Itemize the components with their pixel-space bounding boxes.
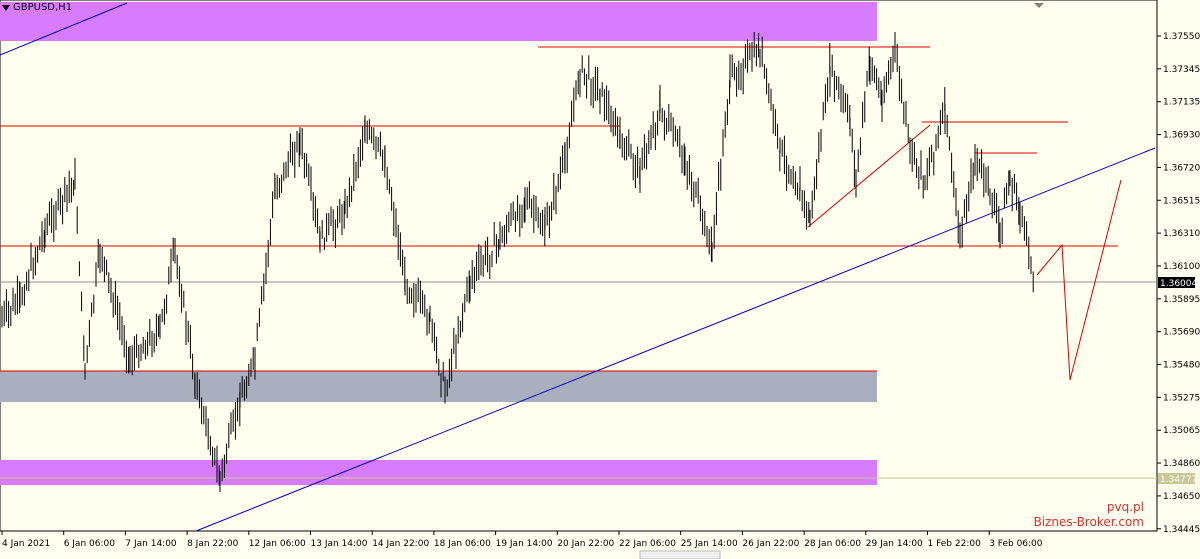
time-tick-label: 28 Jan 06:00 xyxy=(804,539,861,549)
price-tick-label: 1.37135 xyxy=(1163,98,1200,108)
chart-window[interactable]: 1.37550 1.37345 1.37135 1.36930 1.36720 1.365… xyxy=(0,0,1200,559)
price-tick-label: 1.34860 xyxy=(1163,459,1200,469)
time-tick-label: 18 Jan 06:00 xyxy=(434,539,491,549)
time-tick-label: 19 Jan 14:00 xyxy=(496,539,553,549)
price-chart[interactable]: 1.37550 1.37345 1.37135 1.36930 1.36720 1.365… xyxy=(0,0,1200,559)
dropdown-triangle-icon[interactable] xyxy=(2,4,10,11)
time-tick-label: 25 Jan 14:00 xyxy=(681,539,738,549)
time-tick-label: 14 Jan 22:00 xyxy=(372,539,429,549)
time-tick-label: 26 Jan 22:00 xyxy=(742,539,799,549)
price-tick-label: 1.35895 xyxy=(1163,295,1200,305)
level-price-label: 1.34777 xyxy=(1160,475,1197,485)
time-tick-label: 12 Jan 06:00 xyxy=(249,539,306,549)
price-tick-label: 1.36100 xyxy=(1163,262,1200,272)
current-price-label: 1.36004 xyxy=(1160,279,1197,289)
time-tick-label: 6 Jan 06:00 xyxy=(64,539,116,549)
time-tick-label: 22 Jan 06:00 xyxy=(619,539,676,549)
time-tick-label: 8 Jan 22:00 xyxy=(187,539,239,549)
supply-zone-top[interactable] xyxy=(0,2,877,41)
price-tick-label: 1.36720 xyxy=(1163,163,1200,173)
price-tick-label: 1.35065 xyxy=(1163,426,1200,436)
time-tick-label: 7 Jan 14:00 xyxy=(125,539,177,549)
price-tick-label: 1.35480 xyxy=(1163,361,1200,371)
time-tick-label: 13 Jan 14:00 xyxy=(311,539,368,549)
price-tick-label: 1.37345 xyxy=(1163,65,1200,75)
price-tick-label: 1.36310 xyxy=(1163,229,1200,239)
symbol-selector[interactable]: GBPUSD,H1 xyxy=(2,2,72,13)
price-tick-label: 1.35690 xyxy=(1163,328,1200,338)
price-tick-label: 1.34650 xyxy=(1163,492,1200,502)
watermark-line-2: Biznes-Broker.com xyxy=(1033,515,1144,529)
time-axis: 4 Jan 2021 6 Jan 06:00 7 Jan 14:00 8 Jan 22… xyxy=(1,531,1043,549)
symbol-label: GBPUSD,H1 xyxy=(13,2,73,13)
time-tick-label: 29 Jan 14:00 xyxy=(866,539,923,549)
time-tick-label: 4 Jan 2021 xyxy=(2,539,50,549)
price-tick-label: 1.36930 xyxy=(1163,131,1200,141)
time-tick-label: 20 Jan 22:00 xyxy=(557,539,614,549)
time-tick-label: 3 Feb 06:00 xyxy=(989,539,1043,549)
watermark-line-1: pvq.pl xyxy=(1106,500,1144,514)
price-tick-label: 1.36515 xyxy=(1163,196,1200,206)
price-tick-label: 1.37550 xyxy=(1163,32,1200,42)
demand-zone-bottom[interactable] xyxy=(0,460,877,485)
scroll-tab[interactable] xyxy=(639,550,721,559)
price-tick-label: 1.35275 xyxy=(1163,393,1200,403)
price-tick-label: 1.34445 xyxy=(1163,525,1200,535)
time-tick-label: 1 Feb 22:00 xyxy=(928,539,982,549)
